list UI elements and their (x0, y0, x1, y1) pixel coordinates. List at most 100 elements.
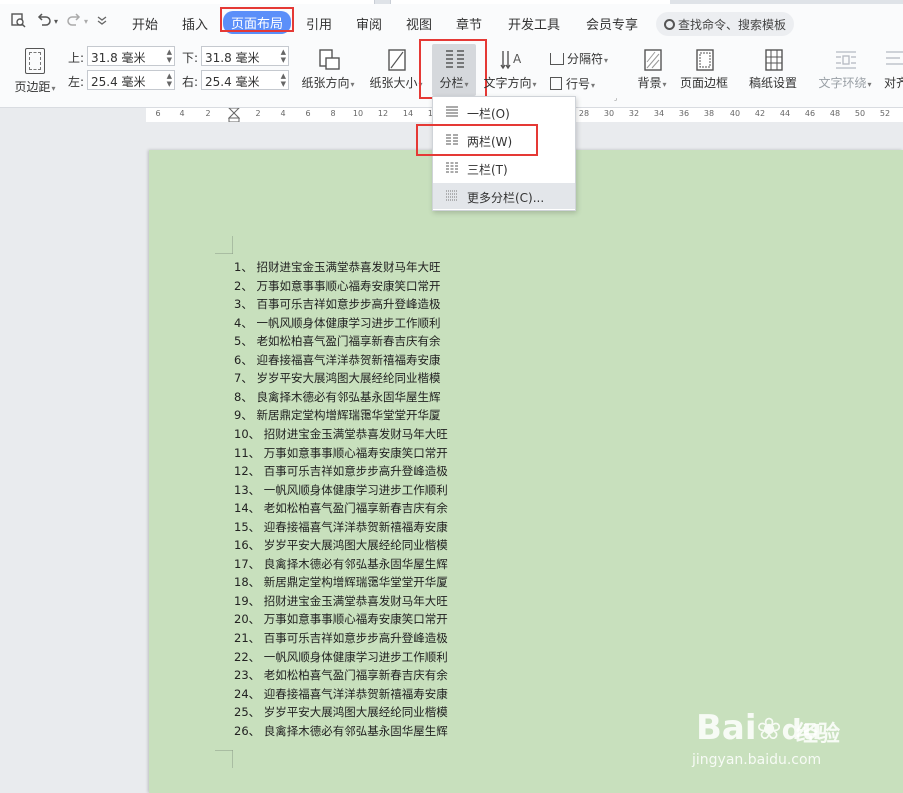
document-line[interactable]: 5、 老如松柏喜气盈门福享新春吉庆有余 (234, 333, 440, 349)
ruler-tick-label: 14 (402, 109, 414, 118)
menu-item-two-columns[interactable]: 两栏(W) (433, 127, 575, 153)
menu-item-more-columns[interactable]: 更多分栏(C)... (433, 183, 575, 209)
redo-icon[interactable] (66, 12, 82, 32)
margin-left-value: 25.4 毫米 (91, 75, 146, 89)
align-label: 对齐 (884, 76, 903, 90)
orientation-button[interactable]: 纸张方向▾ (298, 48, 358, 91)
document-line[interactable]: 4、 一帆风顺身体健康学习进步工作顺利 (234, 315, 440, 331)
document-line[interactable]: 16、 岁岁平安大展鸿图大展经纶同业楷模 (234, 537, 448, 553)
page-margin-button[interactable]: 页边距▾ (10, 48, 60, 95)
margin-bottom-field[interactable]: 31.8 毫米 ▲ ▼ (201, 46, 289, 66)
margin-top-stepper-icon[interactable]: ▲ ▼ (167, 48, 172, 64)
chevron-down-icon: ▾ (662, 80, 667, 89)
margin-left-field[interactable]: 25.4 毫米 ▲ ▼ (87, 70, 175, 90)
search-icon (664, 19, 675, 30)
group-expand-icon[interactable]: ⌟ (614, 94, 617, 102)
ruler-tick-label: 38 (703, 109, 715, 118)
menu-item-three-columns[interactable]: 三栏(T) (433, 155, 575, 181)
document-line[interactable]: 17、 良禽择木德必有邻弘基永固华屋生辉 (234, 556, 448, 572)
tab-page-layout[interactable]: 页面布局 (223, 11, 292, 34)
tab-insert[interactable]: 插入 (182, 14, 208, 33)
ruler-tick-label: 32 (628, 109, 640, 118)
undo-icon[interactable] (36, 12, 52, 32)
document-line[interactable]: 9、 新居鼎定堂构增辉瑞霭华堂堂开华厦 (234, 407, 440, 423)
redo-dropdown-icon[interactable]: ▾ (84, 17, 88, 26)
customize-toolbar-icon[interactable] (96, 14, 108, 30)
ruler-tick-label: 34 (653, 109, 665, 118)
document-line[interactable]: 18、 新居鼎定堂构增辉瑞霭华堂堂开华厦 (234, 574, 448, 590)
document-line[interactable]: 2、 万事如意事事顺心福寿安康笑口常开 (234, 278, 440, 294)
ruler-tick-label: 44 (779, 109, 791, 118)
document-line[interactable]: 6、 迎春接福喜气洋洋恭贺新禧福寿安康 (234, 352, 440, 368)
background-icon (641, 48, 663, 71)
margin-top-value: 31.8 毫米 (91, 51, 146, 65)
chevron-down-icon: ▾ (51, 84, 56, 93)
chevron-down-icon: ▾ (591, 81, 596, 90)
text-wrap-button[interactable]: 文字环绕▾ (814, 48, 876, 91)
one-column-icon (446, 106, 458, 117)
margin-right-stepper-icon[interactable]: ▲ ▼ (281, 72, 286, 88)
document-line[interactable]: 11、 万事如意事事顺心福寿安康笑口常开 (234, 445, 448, 461)
paw-icon: ❀ (756, 712, 782, 747)
indent-marker-icon[interactable] (228, 108, 240, 122)
margin-bottom-value: 31.8 毫米 (205, 51, 260, 65)
document-line[interactable]: 10、 招财进宝金玉满堂恭喜发财马年大旺 (234, 426, 448, 442)
document-line[interactable]: 26、 良禽择木德必有邻弘基永固华屋生辉 (234, 723, 448, 739)
document-line[interactable]: 14、 老如松柏喜气盈门福享新春吉庆有余 (234, 500, 448, 516)
document-line[interactable]: 3、 百事可乐吉祥如意步步高升登峰造极 (234, 296, 440, 312)
document-line[interactable]: 7、 岁岁平安大展鸿图大展经纶同业楷模 (234, 370, 440, 386)
columns-icon (443, 48, 465, 70)
svg-text:A: A (513, 52, 522, 66)
separator-label: 分隔符 (567, 52, 604, 66)
command-search-box[interactable]: 查找命令、搜索模板 (656, 12, 794, 36)
margin-right-field[interactable]: 25.4 毫米 ▲ ▼ (201, 70, 289, 90)
margin-right-label: 右: (182, 75, 199, 89)
three-columns-icon (446, 162, 458, 173)
align-icon (884, 48, 903, 70)
text-direction-icon: A (499, 48, 522, 70)
tab-review[interactable]: 审阅 (356, 14, 382, 33)
menu-item-one-column[interactable]: 一栏(O) (433, 99, 575, 125)
ruler-tick-label: 40 (729, 109, 741, 118)
margin-corner-bottom-left (215, 750, 233, 768)
document-page[interactable]: 1、 招财进宝金玉满堂恭喜发财马年大旺 2、 万事如意事事顺心福寿安康笑口常开 3、… (149, 150, 903, 793)
tab-developer[interactable]: 开发工具 (508, 14, 560, 33)
background-button[interactable]: 背景▾ (632, 48, 672, 91)
watermark-url: jingyan.baidu.com (692, 752, 822, 768)
document-line[interactable]: 20、 万事如意事事顺心福寿安康笑口常开 (234, 611, 448, 627)
document-line[interactable]: 1、 招财进宝金玉满堂恭喜发财马年大旺 (234, 259, 440, 275)
columns-button[interactable]: 分栏▾ (432, 48, 476, 91)
line-number-button[interactable]: 行号▾ (550, 75, 595, 92)
separator-button[interactable]: 分隔符▾ (550, 50, 608, 67)
document-line[interactable]: 22、 一帆风顺身体健康学习进步工作顺利 (234, 649, 448, 665)
draft-settings-button[interactable]: 稿纸设置 (744, 48, 802, 91)
text-direction-button[interactable]: A 文字方向▾ (480, 48, 540, 91)
document-line[interactable]: 15、 迎春接福喜气洋洋恭贺新禧福寿安康 (234, 519, 448, 535)
chevron-down-icon: ▾ (604, 56, 609, 65)
document-line[interactable]: 23、 老如松柏喜气盈门福享新春吉庆有余 (234, 667, 448, 683)
document-line[interactable]: 12、 百事可乐吉祥如意步步高升登峰造极 (234, 463, 448, 479)
undo-dropdown-icon[interactable]: ▾ (54, 17, 58, 26)
margin-left-label: 左: (68, 75, 85, 89)
document-line[interactable]: 25、 岁岁平安大展鸿图大展经纶同业楷模 (234, 704, 448, 720)
document-line[interactable]: 24、 迎春接福喜气洋洋恭贺新禧福寿安康 (234, 686, 448, 702)
document-line[interactable]: 19、 招财进宝金玉满堂恭喜发财马年大旺 (234, 593, 448, 609)
margin-left-stepper-icon[interactable]: ▲ ▼ (167, 72, 172, 88)
separator-icon (550, 53, 564, 65)
document-line[interactable]: 13、 一帆风顺身体健康学习进步工作顺利 (234, 482, 448, 498)
align-button[interactable]: 对齐 (884, 48, 903, 91)
ruler-tick-label: 46 (804, 109, 816, 118)
document-line[interactable]: 8、 良禽择木德必有邻弘基永固华屋生辉 (234, 389, 440, 405)
tab-view[interactable]: 视图 (406, 14, 432, 33)
paper-size-button[interactable]: 纸张大小▾ (366, 48, 426, 91)
tab-chapter[interactable]: 章节 (456, 14, 482, 33)
tab-home[interactable]: 开始 (132, 14, 158, 33)
margin-top-field[interactable]: 31.8 毫米 ▲ ▼ (87, 46, 175, 66)
print-preview-icon[interactable] (10, 12, 26, 32)
page-border-button[interactable]: 页面边框 (676, 48, 732, 91)
tab-references[interactable]: 引用 (306, 14, 332, 33)
document-line[interactable]: 21、 百事可乐吉祥如意步步高升登峰造极 (234, 630, 448, 646)
margin-bottom-stepper-icon[interactable]: ▲ ▼ (281, 48, 286, 64)
tab-membership[interactable]: 会员专享 (586, 14, 638, 33)
ruler-tick-label: 6 (155, 109, 161, 118)
